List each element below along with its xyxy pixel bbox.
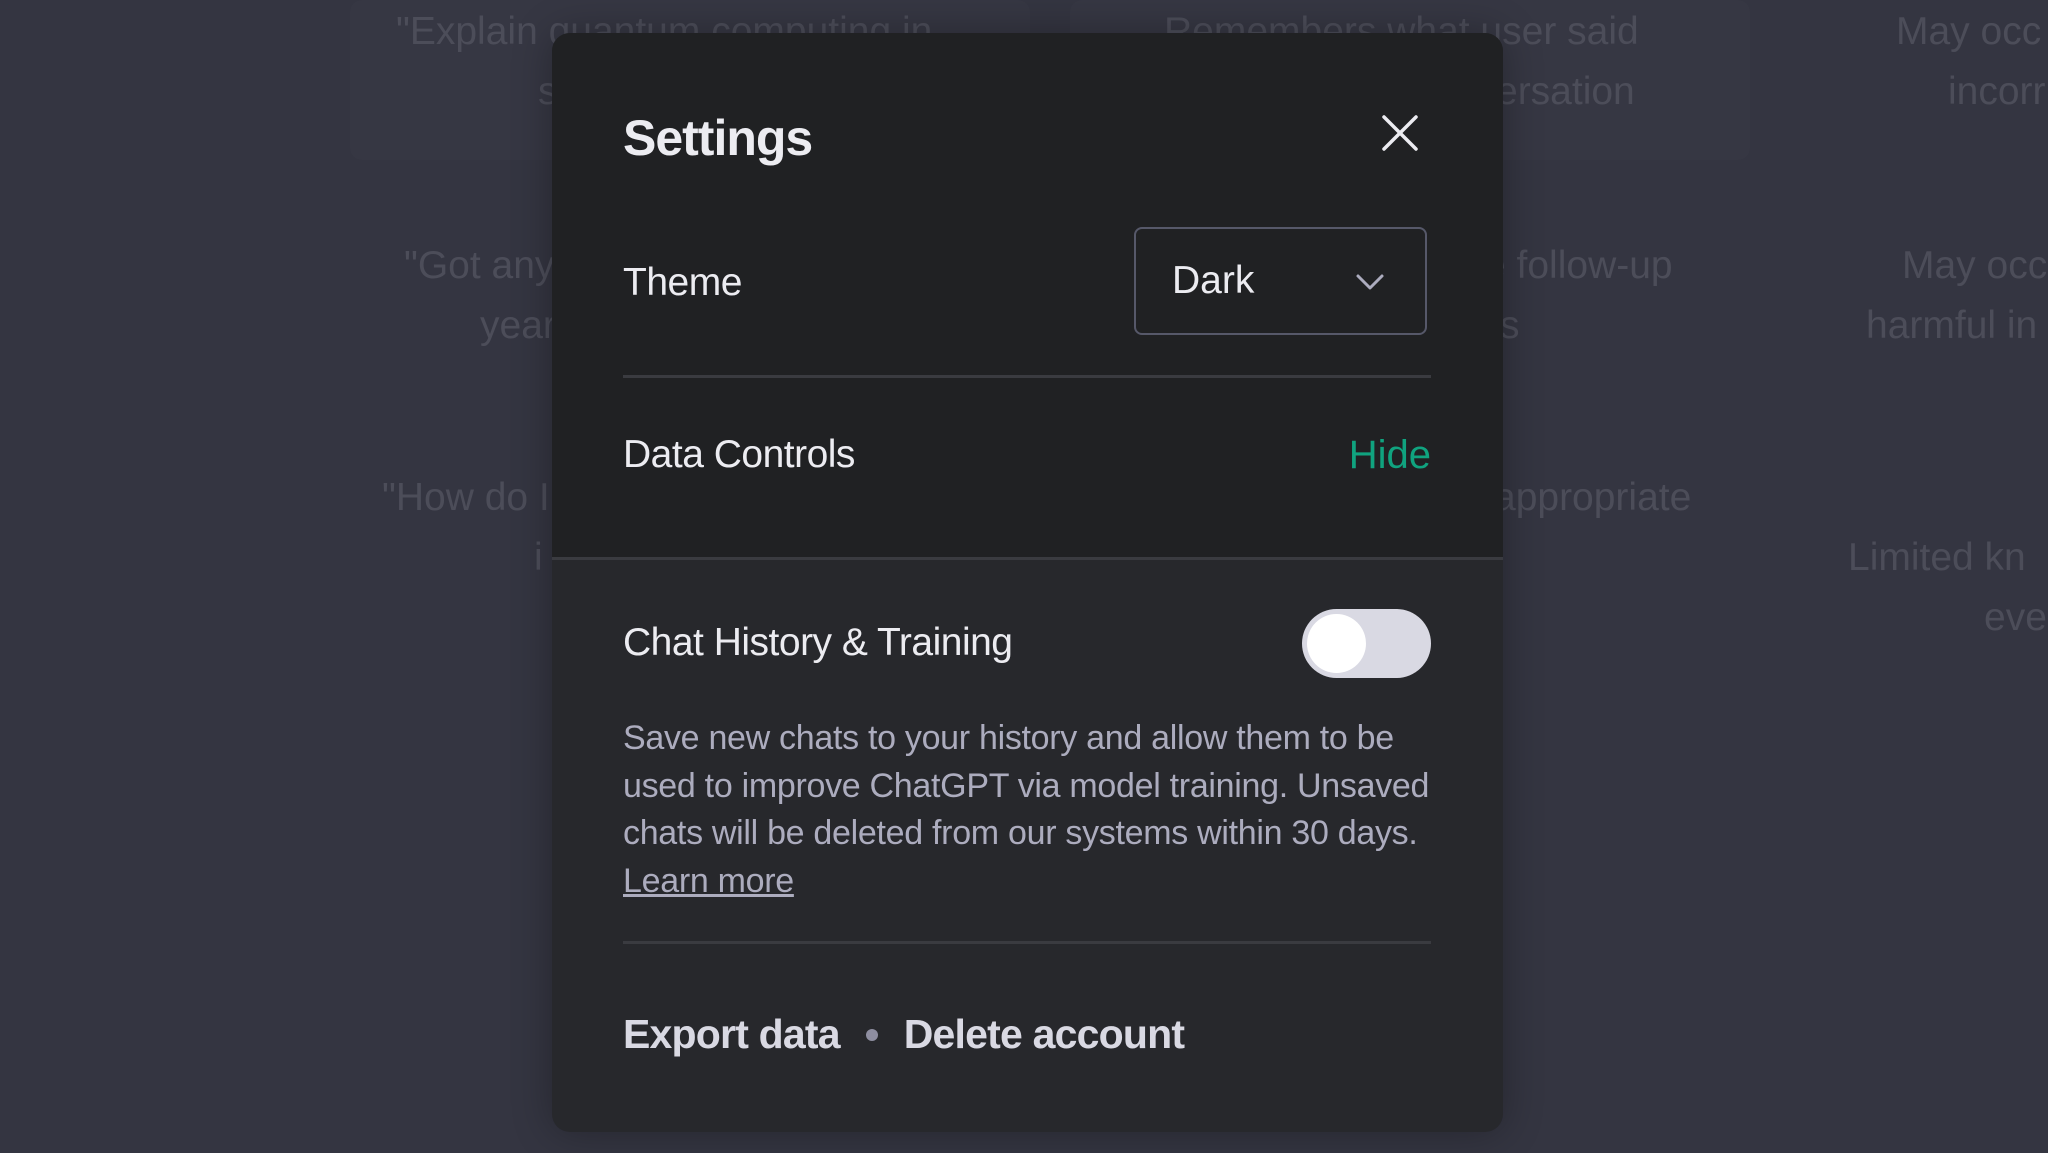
capability-text: e follow-up: [1484, 244, 1673, 287]
account-actions: Export data Delete account: [623, 1011, 1185, 1058]
limitation-text: May occ: [1902, 244, 2048, 287]
example-text: "How do I: [382, 476, 550, 519]
capability-text: appropriate: [1494, 476, 1692, 519]
theme-value: Dark: [1172, 259, 1255, 302]
separator-dot: [865, 1028, 878, 1041]
divider: [623, 375, 1431, 378]
hide-data-controls-button[interactable]: Hide: [1349, 433, 1431, 478]
learn-more-link[interactable]: Learn more: [623, 862, 794, 900]
limitation-text: May occ: [1896, 10, 2042, 53]
theme-label: Theme: [623, 261, 742, 304]
example-text: "Got any: [404, 244, 555, 287]
limitation-text: eve: [1984, 596, 2047, 639]
example-text: i: [534, 536, 543, 579]
description-text: Save new chats to your history and allow…: [623, 719, 1430, 852]
chevron-down-icon: [1356, 274, 1384, 290]
settings-dialog: Settings Theme Dark Data Controls Hide C…: [552, 33, 1503, 1132]
theme-select[interactable]: Dark: [1134, 227, 1427, 335]
limitation-text: Limited kn: [1848, 536, 2026, 579]
close-icon[interactable]: [1380, 113, 1420, 153]
capability-text: ersation: [1496, 70, 1635, 113]
chat-history-description: Save new chats to your history and allow…: [623, 715, 1433, 905]
chat-history-label: Chat History & Training: [623, 621, 1013, 664]
chat-history-toggle[interactable]: [1302, 609, 1431, 678]
example-text: year: [480, 304, 556, 347]
dialog-title: Settings: [623, 110, 813, 166]
limitation-text: harmful in: [1866, 304, 2038, 347]
delete-account-button[interactable]: Delete account: [904, 1011, 1185, 1058]
limitation-text: incorr: [1948, 70, 2046, 113]
data-controls-label: Data Controls: [623, 433, 855, 476]
divider: [623, 941, 1431, 944]
export-data-button[interactable]: Export data: [623, 1011, 841, 1058]
toggle-knob: [1307, 614, 1366, 673]
